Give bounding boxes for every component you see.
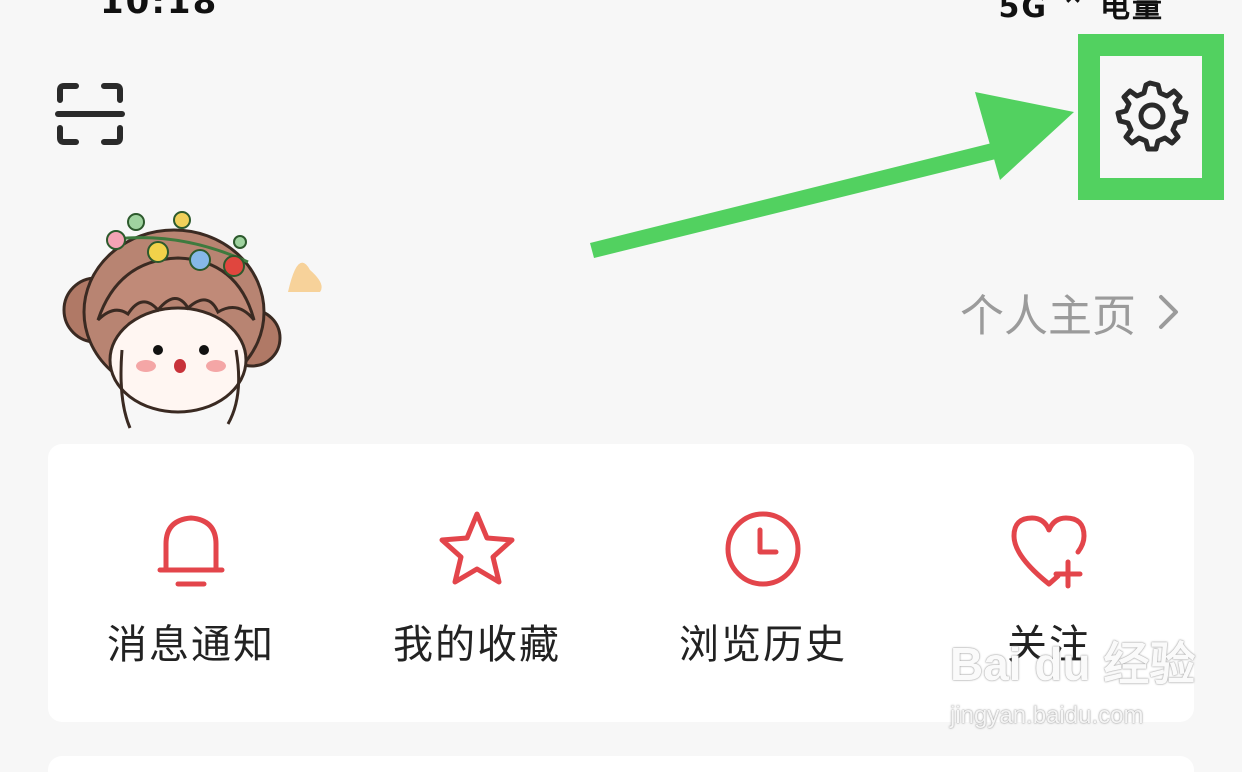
app-screen: 10:18 5G ⌃ 电量 个人主页 消息通知 我的收藏 浏览历史 关注 Bai… <box>0 0 1242 772</box>
status-time: 10:18 <box>100 0 219 22</box>
menu-label: 消息通知 <box>107 622 275 668</box>
star-icon <box>439 511 515 585</box>
bell-icon <box>157 515 225 587</box>
menu-item-history[interactable]: 浏览历史 <box>620 444 906 722</box>
profile-page-link[interactable]: 个人主页 <box>960 280 1180 344</box>
menu-item-notifications[interactable]: 消息通知 <box>48 444 334 722</box>
menu-item-favorites[interactable]: 我的收藏 <box>334 444 620 722</box>
profile-link-label: 个人主页 <box>960 291 1136 342</box>
baidu-jingyan-watermark: Bai du 经验 jingyan.baidu.com <box>950 640 1200 760</box>
menu-label: 我的收藏 <box>393 622 561 668</box>
annotation-arrow <box>590 92 1074 258</box>
clock-icon <box>725 511 801 587</box>
watermark-main: Bai du 经验 <box>950 638 1196 690</box>
chevron-right-icon <box>1159 295 1178 329</box>
cartoon-girl-avatar <box>62 211 322 429</box>
gear-icon <box>1115 80 1189 152</box>
settings-button[interactable] <box>1114 78 1190 154</box>
avatar[interactable] <box>58 200 338 435</box>
heart-plus-icon <box>1011 515 1087 589</box>
scan-icon <box>55 83 125 145</box>
scan-button[interactable] <box>54 80 126 148</box>
watermark-url: jingyan.baidu.com <box>950 702 1144 729</box>
status-indicators: 5G ⌃ 电量 <box>998 0 1164 25</box>
menu-label: 浏览历史 <box>679 622 847 668</box>
